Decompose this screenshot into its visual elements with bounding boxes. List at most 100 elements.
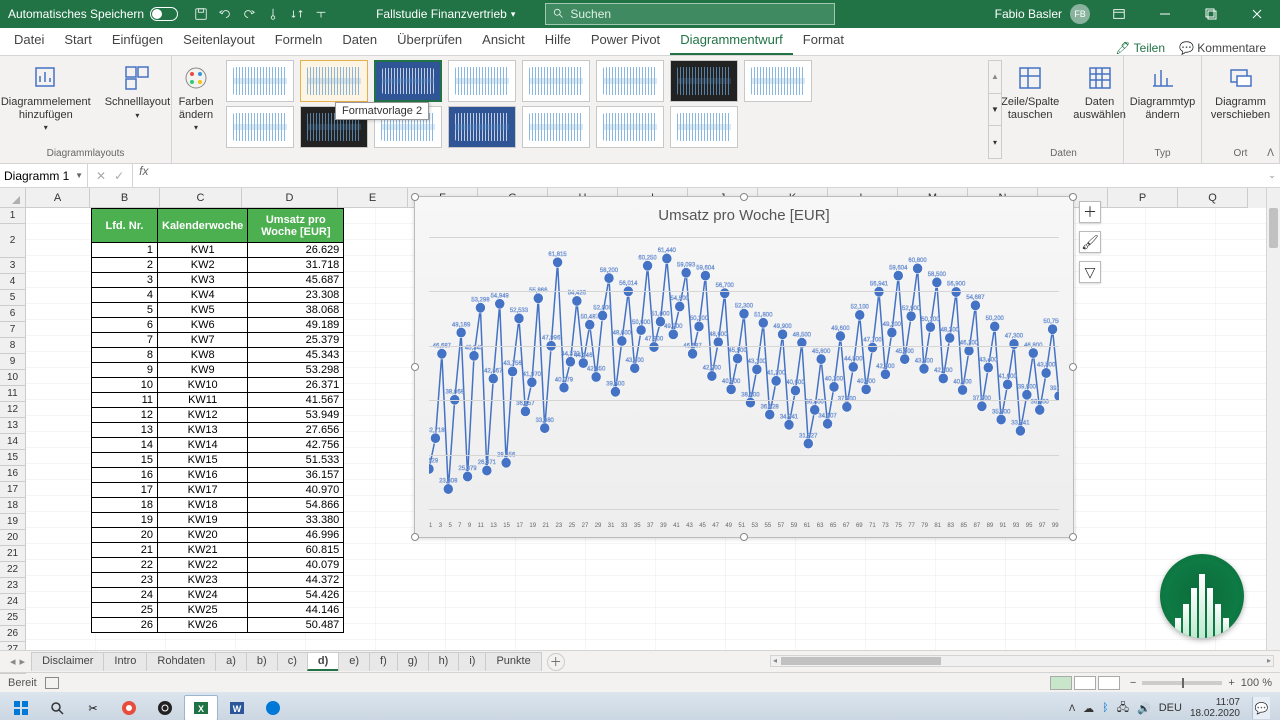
- row-header[interactable]: 3: [0, 258, 26, 274]
- tab-diagrammentwurf[interactable]: Diagrammentwurf: [670, 26, 793, 55]
- row-header[interactable]: 16: [0, 466, 26, 482]
- fx-icon[interactable]: fx: [133, 164, 154, 187]
- chart-style-6[interactable]: [596, 60, 664, 102]
- search-box[interactable]: [545, 3, 835, 25]
- sheet-tab[interactable]: Disclaimer: [31, 652, 104, 671]
- switch-row-column-button[interactable]: Zeile/Spalte tauschen: [997, 60, 1063, 123]
- add-chart-element-button[interactable]: Diagrammelement hinzufügen▾: [0, 60, 95, 134]
- customize-qat-icon[interactable]: [314, 7, 328, 21]
- row-header[interactable]: 2: [0, 224, 26, 258]
- resize-handle[interactable]: [411, 533, 419, 541]
- horizontal-scrollbar[interactable]: ◂ ▸: [770, 655, 1274, 667]
- row-header[interactable]: 6: [0, 306, 26, 322]
- column-header[interactable]: B: [90, 188, 160, 208]
- row-header[interactable]: 18: [0, 498, 26, 514]
- chart-elements-button[interactable]: ＋: [1079, 201, 1101, 223]
- sheet-tab[interactable]: f): [369, 652, 398, 671]
- sheet-tab[interactable]: Rohdaten: [146, 652, 216, 671]
- clock[interactable]: 11:0718.02.2020: [1190, 697, 1240, 719]
- resize-handle[interactable]: [1069, 533, 1077, 541]
- sort-icon[interactable]: [290, 7, 304, 21]
- chart-style-15[interactable]: [670, 106, 738, 148]
- maximize-icon[interactable]: [1188, 0, 1234, 28]
- column-header[interactable]: E: [338, 188, 408, 208]
- resize-handle[interactable]: [411, 193, 419, 201]
- row-header[interactable]: 23: [0, 578, 26, 594]
- column-header[interactable]: D: [242, 188, 338, 208]
- app-snip-icon[interactable]: ✂: [76, 695, 110, 720]
- app-excel-icon[interactable]: X: [184, 695, 218, 720]
- chart-plot-area[interactable]: 27,62932,71846,68723,30838,06849,18925,3…: [429, 237, 1059, 509]
- chart-style-13[interactable]: [522, 106, 590, 148]
- row-header[interactable]: 25: [0, 610, 26, 626]
- row-header[interactable]: 4: [0, 274, 26, 290]
- chart-style-14[interactable]: [596, 106, 664, 148]
- gallery-down-icon[interactable]: ▼: [989, 93, 1001, 126]
- tab-seitenlayout[interactable]: Seitenlayout: [173, 26, 265, 55]
- column-header[interactable]: P: [1108, 188, 1178, 208]
- app-word-icon[interactable]: W: [220, 695, 254, 720]
- resize-handle[interactable]: [740, 193, 748, 201]
- search-input[interactable]: [570, 7, 828, 21]
- sheet-nav-first-icon[interactable]: ◂: [10, 655, 16, 668]
- new-sheet-button[interactable]: ＋: [547, 653, 565, 671]
- row-header[interactable]: 17: [0, 482, 26, 498]
- chart-style-9[interactable]: [226, 106, 294, 148]
- row-header[interactable]: 10: [0, 370, 26, 386]
- chart-styles-gallery[interactable]: Formatvorlage 2 ▲ ▼ ▾: [220, 56, 1004, 163]
- row-header[interactable]: 21: [0, 546, 26, 562]
- account-button[interactable]: Fabio Basler FB: [989, 4, 1096, 24]
- page-layout-view-icon[interactable]: [1074, 676, 1096, 690]
- column-header[interactable]: A: [26, 188, 90, 208]
- zoom-slider[interactable]: [1142, 681, 1222, 685]
- tab-hilfe[interactable]: Hilfe: [535, 26, 581, 55]
- app-chrome-icon[interactable]: [112, 695, 146, 720]
- row-header[interactable]: 5: [0, 290, 26, 306]
- action-center-icon[interactable]: 💬: [1252, 697, 1270, 719]
- chart-filters-button[interactable]: ▽: [1079, 261, 1101, 283]
- sheet-tab[interactable]: b): [246, 652, 278, 671]
- name-box[interactable]: Diagramm 1 ▼: [0, 164, 88, 187]
- minimize-icon[interactable]: [1142, 0, 1188, 28]
- sheet-tab[interactable]: g): [397, 652, 429, 671]
- tab-format[interactable]: Format: [793, 26, 854, 55]
- tab-überprüfen[interactable]: Überprüfen: [387, 26, 472, 55]
- resize-handle[interactable]: [740, 533, 748, 541]
- gallery-up-icon[interactable]: ▲: [989, 61, 1001, 93]
- row-header[interactable]: 9: [0, 354, 26, 370]
- normal-view-icon[interactable]: [1050, 676, 1072, 690]
- sheet-tab[interactable]: c): [277, 652, 308, 671]
- resize-handle[interactable]: [1069, 193, 1077, 201]
- tab-ansicht[interactable]: Ansicht: [472, 26, 535, 55]
- change-chart-type-button[interactable]: Diagrammtyp ändern: [1126, 60, 1199, 123]
- chart-style-1[interactable]: [226, 60, 294, 102]
- resize-handle[interactable]: [1069, 363, 1077, 371]
- network-icon[interactable]: 🖧: [1117, 699, 1129, 718]
- row-header[interactable]: 11: [0, 386, 26, 402]
- undo-icon[interactable]: [218, 7, 232, 21]
- quick-layout-button[interactable]: Schnelllayout▾: [101, 60, 174, 122]
- autosave-toggle[interactable]: Automatisches Speichern: [0, 7, 186, 21]
- select-data-button[interactable]: Daten auswählen: [1069, 60, 1130, 123]
- move-chart-button[interactable]: Diagramm verschieben: [1207, 60, 1274, 123]
- chart-object[interactable]: Umsatz pro Woche [EUR] 27,62932,71846,68…: [414, 196, 1074, 538]
- chart-title[interactable]: Umsatz pro Woche [EUR]: [415, 197, 1073, 228]
- chart-style-5[interactable]: [522, 60, 590, 102]
- row-header[interactable]: 26: [0, 626, 26, 642]
- row-header[interactable]: 15: [0, 450, 26, 466]
- row-header[interactable]: 7: [0, 322, 26, 338]
- sheet-tab[interactable]: e): [338, 652, 370, 671]
- chart-style-12[interactable]: [448, 106, 516, 148]
- chart-style-2[interactable]: [300, 60, 368, 102]
- sheet-tab[interactable]: Punkte: [485, 652, 541, 671]
- onedrive-icon[interactable]: ☁: [1083, 702, 1094, 715]
- zoom-level[interactable]: 100 %: [1241, 677, 1272, 689]
- chart-style-7[interactable]: [670, 60, 738, 102]
- app-obs-icon[interactable]: [148, 695, 182, 720]
- row-header[interactable]: 12: [0, 402, 26, 418]
- column-header[interactable]: C: [160, 188, 242, 208]
- share-button[interactable]: 🖊 Teilen: [1115, 41, 1165, 55]
- change-colors-button[interactable]: Farben ändern▾: [175, 60, 218, 134]
- row-header[interactable]: 14: [0, 434, 26, 450]
- redo-icon[interactable]: [242, 7, 256, 21]
